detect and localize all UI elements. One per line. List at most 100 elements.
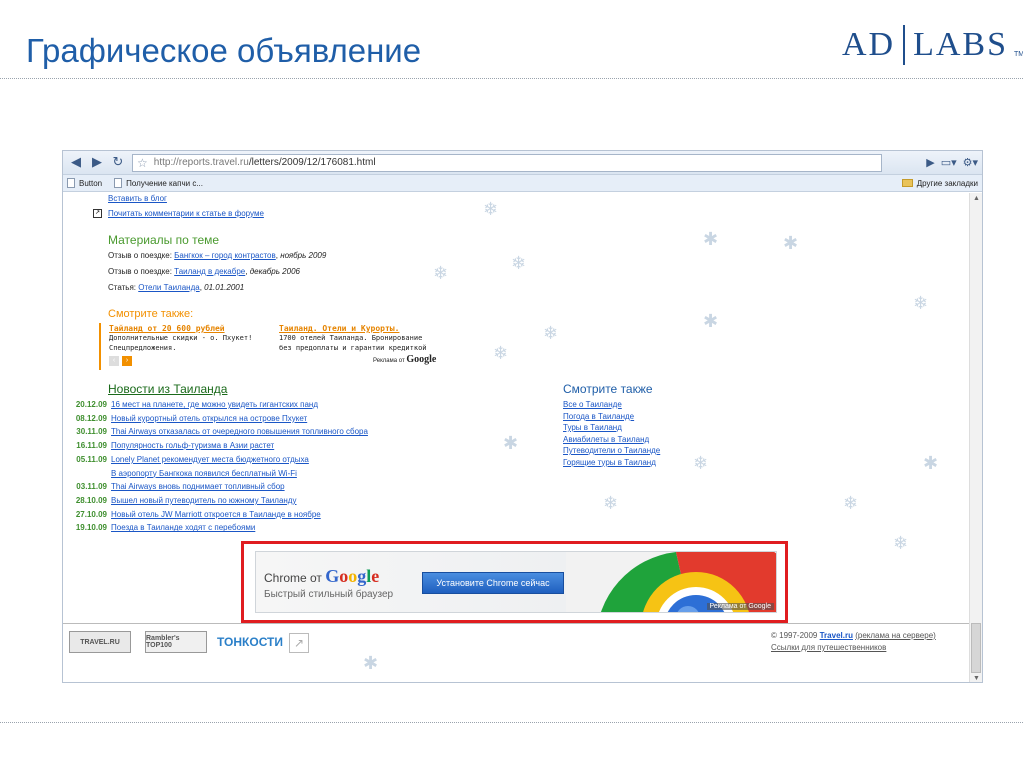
scroll-down-icon[interactable]: ▼ <box>973 675 980 682</box>
news-link[interactable]: В аэропорту Бангкока появился бесплатный… <box>111 469 297 478</box>
see-also-link[interactable]: Все о Таиланде <box>563 400 622 409</box>
snowflake-icon: ❄ <box>483 199 499 220</box>
news-title[interactable]: Новости из Таиланда <box>108 382 227 396</box>
vertical-scrollbar[interactable]: ▲ ▼ <box>969 193 982 682</box>
prev-arrow-icon[interactable]: ‹ <box>109 356 119 366</box>
blog-insert-link[interactable]: Вставить в блог <box>108 194 167 203</box>
news-link[interactable]: Lonely Planet рекомендует места бюджетно… <box>111 455 309 464</box>
travel-ru-link[interactable]: Travel.ru <box>820 631 853 640</box>
next-arrow-icon[interactable]: › <box>122 356 132 366</box>
materials-link[interactable]: Бангкок – город контрастов <box>174 251 276 260</box>
news-date: 30.11.09 <box>76 427 107 437</box>
news-link[interactable]: Thai Airways отказалась от очередного по… <box>111 427 368 436</box>
go-icon[interactable]: ▶ <box>926 156 934 169</box>
materials-link[interactable]: Таиланд в декабре <box>174 267 245 276</box>
news-item: 30.11.09 Thai Airways отказалась от очере… <box>63 427 368 436</box>
snowflake-icon: ❄ <box>511 253 527 274</box>
back-arrow-icon[interactable]: ◀ <box>67 154 85 172</box>
external-link-icon[interactable]: ↗ <box>289 633 309 653</box>
ads-by-google[interactable]: Реклама от Google <box>373 354 436 365</box>
news-date: 28.10.09 <box>75 495 107 505</box>
news-date: 08.12.09 <box>75 413 107 423</box>
snowflake-icon: ✱ <box>363 653 379 674</box>
snowflake-icon: ❄ <box>913 293 929 314</box>
materials-title: Материалы по теме <box>108 233 220 247</box>
page-icon <box>114 178 123 188</box>
google-logo: Google <box>325 566 380 586</box>
snowflake-icon: ✱ <box>783 233 799 254</box>
forum-comments-link[interactable]: Почитать комментарии к статье в форуме <box>108 209 264 218</box>
snowflake-icon: ❄ <box>893 533 909 554</box>
news-item: 28.10.09 Вышел новый путеводитель по южно… <box>63 495 297 505</box>
ad-on-server-link[interactable]: (реклама на сервере) <box>855 631 936 640</box>
see-also-title: Смотрите также <box>563 382 653 396</box>
news-link[interactable]: Thai Airways вновь поднимает топливный с… <box>111 482 285 491</box>
banner-title: Chrome от Google <box>264 566 380 586</box>
news-item: В аэропорту Бангкока появился бесплатный… <box>63 469 297 478</box>
reload-icon[interactable]: ↻ <box>109 154 127 172</box>
external-link-icon: ↗ <box>93 209 102 218</box>
footer-divider <box>63 623 970 624</box>
news-link[interactable]: Новый отель JW Marriott откроется в Таил… <box>111 510 321 519</box>
news-link[interactable]: 16 мест на планете, где можно увидеть ги… <box>111 400 318 409</box>
snowflake-icon: ❄ <box>693 453 709 474</box>
scroll-thumb[interactable] <box>971 623 981 673</box>
other-bookmarks[interactable]: Другие закладки <box>901 179 978 188</box>
logo-divider <box>903 25 906 65</box>
star-icon[interactable]: ☆ <box>137 156 148 170</box>
chrome-banner-ad[interactable]: Chrome от Google Быстрый стильный браузе… <box>255 551 777 613</box>
snowflake-icon: ❄ <box>543 323 559 344</box>
snowflake-icon: ❄ <box>493 343 509 364</box>
ads-block-accent <box>99 323 101 370</box>
materials-link[interactable]: Отели Таиланда <box>138 283 199 292</box>
see-also-link[interactable]: Авиабилеты в Таиланд <box>563 435 649 444</box>
bottom-divider <box>0 722 1023 723</box>
banner-ads-by[interactable]: Реклама от Google <box>706 603 774 610</box>
browser-window: ◀ ▶ ↻ ☆ http://reports.travel.ru/letters… <box>62 150 983 683</box>
see-also-link[interactable]: Погода в Таиланде <box>563 412 634 421</box>
materials-row: Статья: Отели Таиланда, 01.01.2001 <box>108 283 245 292</box>
travelers-links[interactable]: Ссылки для путешественников <box>771 642 936 654</box>
bookmark-captcha[interactable]: Получение капчи с... <box>114 178 203 188</box>
news-date: 20.12.09 <box>75 400 107 409</box>
news-link[interactable]: Новый курортный отель открылся на остров… <box>111 414 307 423</box>
see-also-link[interactable]: Путеводители о Таиланде <box>563 446 660 455</box>
highlight-frame: Chrome от Google Быстрый стильный браузе… <box>241 541 788 623</box>
url-path: /letters/2009/12/176081.html <box>248 157 376 168</box>
see-also-link[interactable]: Туры в Таиланд <box>563 423 622 432</box>
news-item: 20.12.09 16 мест на планете, где можно ув… <box>63 400 318 409</box>
snowflake-icon: ❄ <box>843 493 859 514</box>
tonkosti-logo[interactable]: ТОНКОСТИ <box>217 631 283 653</box>
bookmark-button[interactable]: Button <box>67 178 102 188</box>
news-date: 27.10.09 <box>75 509 107 519</box>
logo-left: AD <box>842 26 896 63</box>
wrench-icon[interactable]: ⚙▾ <box>963 156 978 169</box>
travel-rating-badge[interactable]: TRAVEL.RU <box>69 631 131 653</box>
scroll-up-icon[interactable]: ▲ <box>973 195 980 202</box>
rambler-top100-badge[interactable]: Rambler's TOP100 <box>145 631 207 653</box>
text-ad-2[interactable]: Таиланд. Отели и Курорты. 1700 отелей Та… <box>279 324 427 353</box>
bookmarks-bar: Button Получение капчи с... Другие закла… <box>63 175 982 192</box>
snowflake-icon: ❄ <box>603 493 619 514</box>
top-divider <box>0 78 1023 79</box>
news-item: 03.11.09 Thai Airways вновь поднимает топ… <box>63 482 285 492</box>
forward-arrow-icon[interactable]: ▶ <box>88 154 106 172</box>
address-bar[interactable]: ☆ http://reports.travel.ru/letters/2009/… <box>132 153 882 172</box>
text-ad-1[interactable]: Тайланд от 20 600 рублей Дополнительные … <box>109 324 252 353</box>
news-item: 16.11.09 Популярность гольф-туризма в Ази… <box>63 441 274 450</box>
snowflake-icon: ✱ <box>503 433 519 454</box>
snowflake-icon: ❄ <box>433 263 449 284</box>
news-date: 19.10.09 <box>75 523 107 533</box>
news-date: 03.11.09 <box>76 482 107 492</box>
adlabs-logo: AD LABS TM <box>842 24 1023 66</box>
materials-row: Отзыв о поездке: Бангкок – город контрас… <box>108 251 327 260</box>
install-chrome-button[interactable]: Установите Chrome сейчас <box>422 572 564 594</box>
news-date: 05.11.09 <box>76 454 107 464</box>
news-link[interactable]: Вышел новый путеводитель по южному Таила… <box>111 496 296 505</box>
see-also-link[interactable]: Горящие туры в Таиланд <box>563 458 656 467</box>
news-link[interactable]: Поезда в Таиланде ходят с перебоями <box>111 523 255 532</box>
folder-icon <box>901 179 913 187</box>
page-menu-icon[interactable]: ▭▾ <box>941 156 957 169</box>
news-link[interactable]: Популярность гольф-туризма в Азии растет <box>111 441 274 450</box>
news-date <box>63 469 107 478</box>
